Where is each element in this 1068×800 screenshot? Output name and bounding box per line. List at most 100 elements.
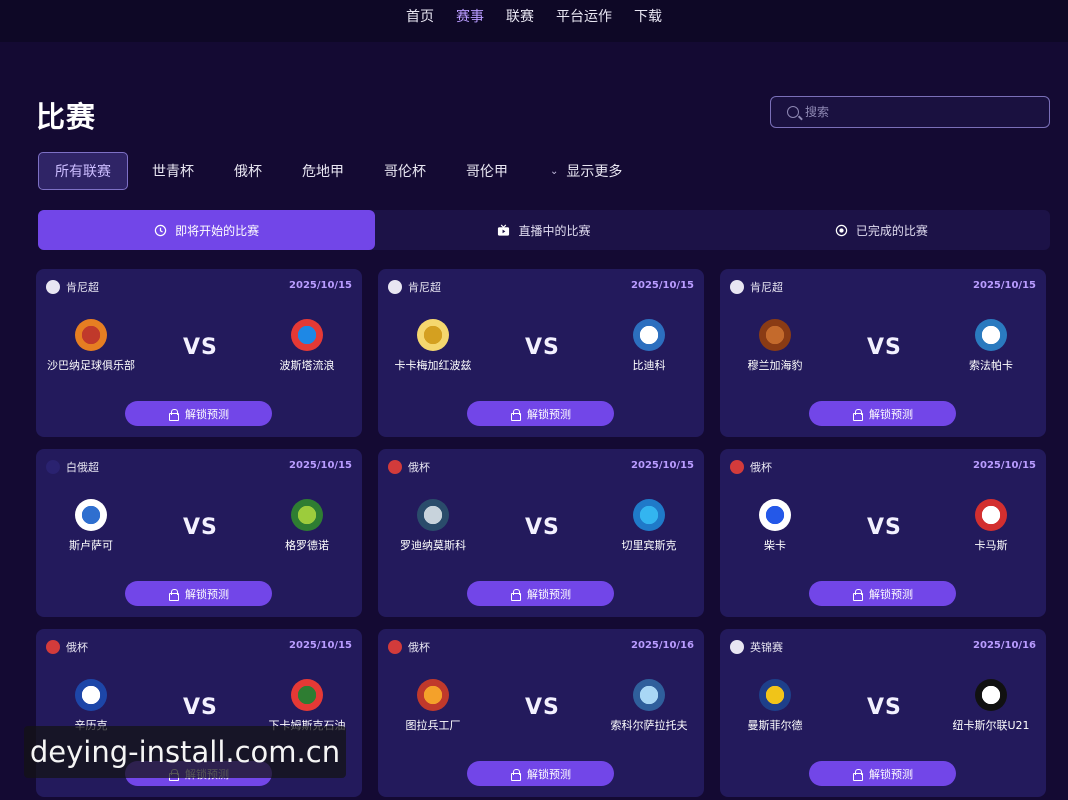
league-name: 俄杯: [66, 641, 88, 654]
home-team[interactable]: 图拉兵工厂: [378, 679, 488, 733]
vs-label: VS: [525, 335, 560, 360]
league-name: 肯尼超: [408, 281, 441, 294]
league-item[interactable]: 危地甲: [302, 161, 344, 181]
unlock-prediction-button[interactable]: 解锁预测: [809, 581, 956, 606]
away-team-name: 索法帕卡: [969, 359, 1013, 372]
vs-label: VS: [183, 515, 218, 540]
nav-download[interactable]: 下载: [634, 6, 662, 26]
home-team[interactable]: 罗迪纳莫斯科: [378, 499, 488, 553]
away-team[interactable]: 纽卡斯尔联U21: [936, 679, 1046, 733]
tab-label: 已完成的比赛: [855, 223, 928, 238]
match-date: 2025/10/16: [973, 640, 1036, 651]
unlock-prediction-button[interactable]: 解锁预测: [125, 401, 272, 426]
match-card[interactable]: 肯尼超 2025/10/15 穆兰加海豹 VS 索法帕卡 解锁预测: [720, 269, 1046, 437]
lock-icon: [510, 588, 521, 601]
league-badge-icon: [46, 280, 60, 294]
match-card[interactable]: 肯尼超 2025/10/15 沙巴纳足球俱乐部 VS 波斯塔流浪 解锁预测: [36, 269, 362, 437]
unlock-label: 解锁预测: [185, 407, 229, 421]
away-team-name: 纽卡斯尔联U21: [952, 719, 1030, 732]
lock-icon: [168, 588, 179, 601]
unlock-prediction-button[interactable]: 解锁预测: [467, 401, 614, 426]
tab-live[interactable]: 直播中的比赛: [375, 210, 712, 250]
tv-icon: [498, 224, 510, 236]
home-team[interactable]: 穆兰加海豹: [720, 319, 830, 373]
away-team[interactable]: 卡马斯: [936, 499, 1046, 553]
league-filter: 所有联赛 世青杯 俄杯 危地甲 哥伦杯 哥伦甲 ⌄ 显示更多: [38, 152, 662, 190]
unlock-label: 解锁预测: [527, 767, 571, 781]
home-team-name: 沙巴纳足球俱乐部: [47, 359, 135, 372]
unlock-prediction-button[interactable]: 解锁预测: [125, 581, 272, 606]
away-team[interactable]: 切里宾斯克: [594, 499, 704, 553]
search-input[interactable]: [805, 105, 1025, 119]
tab-finished[interactable]: 已完成的比赛: [713, 210, 1050, 250]
league-header: 俄杯: [46, 639, 88, 655]
nav-home[interactable]: 首页: [406, 6, 434, 26]
home-team-name: 柴卡: [764, 539, 786, 552]
league-item[interactable]: 哥伦杯: [384, 161, 426, 181]
match-status-tabs: 即将开始的比赛 直播中的比赛 已完成的比赛: [38, 210, 1050, 250]
home-team[interactable]: 卡卡梅加红波兹: [378, 319, 488, 373]
league-badge-icon: [46, 460, 60, 474]
chevron-down-icon: ⌄: [550, 165, 559, 177]
unlock-prediction-button[interactable]: 解锁预测: [809, 401, 956, 426]
home-team[interactable]: 斯卢萨可: [36, 499, 146, 553]
match-card[interactable]: 俄杯 2025/10/15 罗迪纳莫斯科 VS 切里宾斯克 解锁预测: [378, 449, 704, 617]
nav-events[interactable]: 赛事: [456, 6, 484, 26]
league-item[interactable]: 哥伦甲: [466, 161, 508, 181]
tab-upcoming[interactable]: 即将开始的比赛: [38, 210, 376, 250]
away-team-name: 格罗德诺: [285, 539, 329, 552]
match-card[interactable]: 肯尼超 2025/10/15 卡卡梅加红波兹 VS 比迪科 解锁预测: [378, 269, 704, 437]
unlock-label: 解锁预测: [869, 407, 913, 421]
tab-label: 直播中的比赛: [518, 223, 591, 238]
vs-label: VS: [867, 695, 902, 720]
away-team[interactable]: 格罗德诺: [252, 499, 362, 553]
league-badge-icon: [730, 280, 744, 294]
vs-label: VS: [525, 695, 560, 720]
home-team[interactable]: 沙巴纳足球俱乐部: [36, 319, 146, 373]
nav-leagues[interactable]: 联赛: [506, 6, 534, 26]
match-card[interactable]: 俄杯 2025/10/15 柴卡 VS 卡马斯 解锁预测: [720, 449, 1046, 617]
team-logo-icon: [417, 499, 449, 531]
unlock-prediction-button[interactable]: 解锁预测: [467, 761, 614, 786]
match-date: 2025/10/15: [289, 640, 352, 651]
match-date: 2025/10/16: [631, 640, 694, 651]
league-all[interactable]: 所有联赛: [38, 152, 128, 190]
away-team[interactable]: 波斯塔流浪: [252, 319, 362, 373]
league-badge-icon: [388, 280, 402, 294]
league-header: 肯尼超: [46, 279, 99, 295]
league-item[interactable]: 俄杯: [234, 161, 262, 181]
search-box[interactable]: [770, 96, 1050, 128]
unlock-prediction-button[interactable]: 解锁预测: [809, 761, 956, 786]
lock-icon: [852, 408, 863, 421]
vs-label: VS: [867, 515, 902, 540]
away-team[interactable]: 索科尔萨拉托夫: [594, 679, 704, 733]
league-badge-icon: [730, 640, 744, 654]
home-team[interactable]: 曼斯菲尔德: [720, 679, 830, 733]
league-item[interactable]: 世青杯: [152, 161, 194, 181]
match-card[interactable]: 白俄超 2025/10/15 斯卢萨可 VS 格罗德诺 解锁预测: [36, 449, 362, 617]
lock-icon: [510, 408, 521, 421]
team-logo-icon: [975, 679, 1007, 711]
nav-platform[interactable]: 平台运作: [556, 6, 612, 26]
league-badge-icon: [46, 640, 60, 654]
away-team-name: 索科尔萨拉托夫: [610, 719, 688, 732]
away-team[interactable]: 比迪科: [594, 319, 704, 373]
show-more-button[interactable]: ⌄ 显示更多: [550, 161, 622, 181]
team-logo-icon: [417, 319, 449, 351]
league-name: 白俄超: [66, 461, 99, 474]
league-header: 俄杯: [388, 459, 430, 475]
unlock-label: 解锁预测: [869, 587, 913, 601]
home-team[interactable]: 辛历克: [36, 679, 146, 733]
match-card[interactable]: 俄杯 2025/10/16 图拉兵工厂 VS 索科尔萨拉托夫 解锁预测: [378, 629, 704, 797]
league-badge-icon: [388, 460, 402, 474]
match-card[interactable]: 英锦赛 2025/10/16 曼斯菲尔德 VS 纽卡斯尔联U21 解锁预测: [720, 629, 1046, 797]
lock-icon: [852, 588, 863, 601]
away-team[interactable]: 下卡姆斯克石油: [252, 679, 362, 733]
team-logo-icon: [291, 679, 323, 711]
away-team[interactable]: 索法帕卡: [936, 319, 1046, 373]
home-team[interactable]: 柴卡: [720, 499, 830, 553]
unlock-prediction-button[interactable]: 解锁预测: [467, 581, 614, 606]
league-name: 肯尼超: [66, 281, 99, 294]
away-team-name: 波斯塔流浪: [279, 359, 335, 372]
team-logo-icon: [75, 499, 107, 531]
